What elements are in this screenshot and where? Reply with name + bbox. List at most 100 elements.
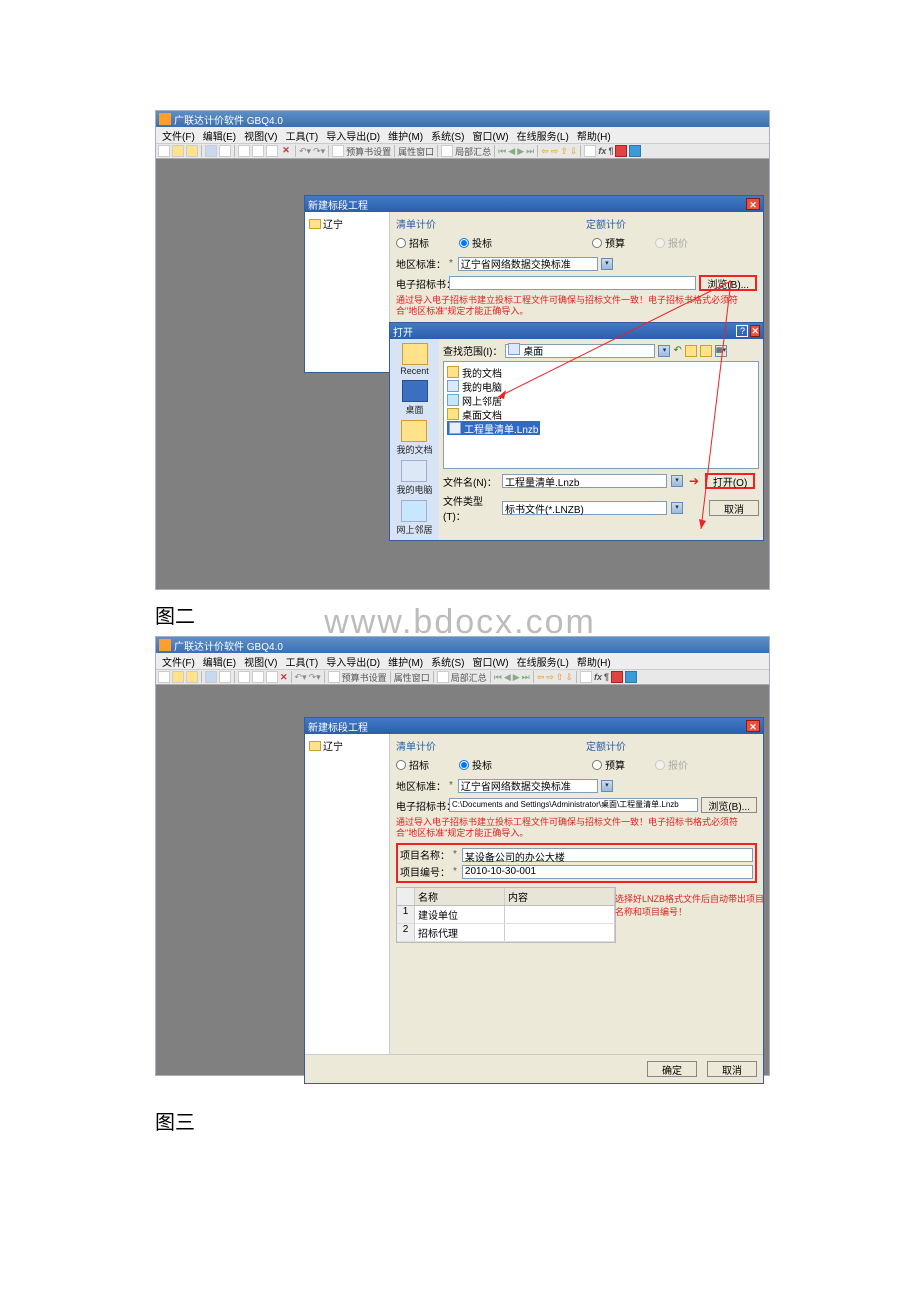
- cut-icon[interactable]: [238, 671, 250, 683]
- tool-icon[interactable]: [611, 671, 623, 683]
- radio-zhaobiao[interactable]: 招标: [396, 235, 429, 250]
- undo-icon[interactable]: ↶▾: [295, 672, 307, 683]
- redo-icon[interactable]: ↷▾: [309, 672, 321, 683]
- chevron-down-icon[interactable]: ▾: [671, 475, 683, 487]
- arrow-icon[interactable]: ⇩: [565, 672, 573, 683]
- ebook-input[interactable]: C:\Documents and Settings\Administrator\…: [449, 798, 698, 812]
- delete-icon[interactable]: ✕: [280, 672, 288, 683]
- chevron-down-icon[interactable]: ▾: [671, 502, 683, 514]
- back-icon[interactable]: ↶: [673, 345, 681, 356]
- arrow-icon[interactable]: ⇦: [537, 672, 545, 683]
- ebook-input[interactable]: [449, 276, 696, 290]
- paste-icon[interactable]: [266, 671, 278, 683]
- para-icon[interactable]: ¶: [604, 672, 609, 682]
- menu-online[interactable]: 在线服务(L): [514, 128, 572, 143]
- summary-label[interactable]: 局部汇总: [455, 145, 491, 158]
- place-mypc[interactable]: 我的电脑: [396, 460, 432, 496]
- arrow-icon[interactable]: ⇧: [560, 146, 568, 157]
- open-button[interactable]: 打开(O): [705, 473, 755, 489]
- ok-button[interactable]: 确定: [647, 1061, 697, 1077]
- paste-icon[interactable]: [266, 145, 278, 157]
- arrow-icon[interactable]: ⇨: [551, 146, 559, 157]
- browse-button[interactable]: 浏览(B)...: [699, 275, 757, 291]
- radio-yusuan[interactable]: 预算: [592, 235, 625, 250]
- summary-label[interactable]: 局部汇总: [451, 671, 487, 684]
- menu-bar[interactable]: 文件(F) 编辑(E) 视图(V) 工具(T) 导入导出(D) 维护(M) 系统…: [156, 127, 769, 143]
- summary-icon[interactable]: [441, 145, 453, 157]
- nav-first-icon[interactable]: ⏮: [498, 146, 506, 157]
- print-icon[interactable]: [219, 145, 231, 157]
- region-dropdown[interactable]: 辽宁省网络数据交换标准: [458, 779, 598, 793]
- summary-icon[interactable]: [437, 671, 449, 683]
- menu-system[interactable]: 系统(S): [428, 128, 467, 143]
- browse-button[interactable]: 浏览(B)...: [701, 797, 757, 813]
- radio-yusuan[interactable]: 预算: [592, 757, 625, 772]
- nav-next-icon[interactable]: ▶: [513, 672, 520, 683]
- copy-icon[interactable]: [252, 145, 264, 157]
- new-icon[interactable]: [158, 145, 170, 157]
- file-item[interactable]: 我的电脑: [447, 379, 755, 393]
- help-icon[interactable]: ?: [736, 325, 748, 337]
- undo-icon[interactable]: ↶▾: [299, 146, 311, 157]
- projname-input[interactable]: 某设备公司的办公大楼: [462, 848, 753, 862]
- preset-icon[interactable]: [328, 671, 340, 683]
- menu-bar[interactable]: 文件(F) 编辑(E) 视图(V) 工具(T) 导入导出(D) 维护(M) 系统…: [156, 653, 769, 669]
- nav-prev-icon[interactable]: ◀: [504, 672, 511, 683]
- lookin-dropdown[interactable]: 桌面: [505, 344, 655, 358]
- filename-input[interactable]: 工程量清单.Lnzb: [502, 474, 667, 488]
- close-icon[interactable]: ✕: [750, 325, 760, 337]
- open2-icon[interactable]: [186, 671, 198, 683]
- menu-edit[interactable]: 编辑(E): [200, 654, 239, 669]
- preset-label[interactable]: 预算书设置: [342, 671, 387, 684]
- region-dropdown[interactable]: 辽宁省网络数据交换标准: [458, 257, 598, 271]
- open-icon[interactable]: [172, 671, 184, 683]
- file-item[interactable]: 桌面文档: [447, 407, 755, 421]
- table-row[interactable]: 1 建设单位: [397, 906, 615, 924]
- filetype-dropdown[interactable]: 标书文件(*.LNZB): [502, 501, 667, 515]
- nav-prev-icon[interactable]: ◀: [508, 146, 515, 157]
- menu-help[interactable]: 帮助(H): [574, 128, 614, 143]
- fx-icon[interactable]: fx: [598, 146, 606, 156]
- preset-label[interactable]: 预算书设置: [346, 145, 391, 158]
- tool-icon[interactable]: [629, 145, 641, 157]
- arrow-icon[interactable]: ⇨: [546, 672, 554, 683]
- arrow-icon[interactable]: ⇧: [556, 672, 564, 683]
- tree-root[interactable]: 辽宁: [309, 738, 385, 753]
- file-item-selected[interactable]: 工程量清单.Lnzb: [447, 421, 540, 435]
- menu-online[interactable]: 在线服务(L): [514, 654, 572, 669]
- delete-icon[interactable]: ✕: [280, 145, 292, 157]
- place-recent[interactable]: Recent: [400, 343, 429, 376]
- nav-first-icon[interactable]: ⏮: [494, 672, 502, 683]
- radio-toubiao[interactable]: 投标: [459, 757, 492, 772]
- menu-window[interactable]: 窗口(W): [469, 128, 511, 143]
- menu-edit[interactable]: 编辑(E): [200, 128, 239, 143]
- cancel-button[interactable]: 取消: [709, 500, 759, 516]
- preset-icon[interactable]: [332, 145, 344, 157]
- propwin-label[interactable]: 属性窗口: [394, 671, 430, 684]
- open2-icon[interactable]: [186, 145, 198, 157]
- radio-zhaobiao[interactable]: 招标: [396, 757, 429, 772]
- propwin-label[interactable]: 属性窗口: [398, 145, 434, 158]
- tree-root[interactable]: 辽宁: [309, 216, 385, 231]
- cancel-button[interactable]: 取消: [707, 1061, 757, 1077]
- menu-tools[interactable]: 工具(T): [282, 654, 321, 669]
- place-mydoc[interactable]: 我的文档: [396, 420, 432, 456]
- place-desktop[interactable]: 桌面: [402, 380, 428, 416]
- table-row[interactable]: 2 招标代理: [397, 924, 615, 942]
- tool-icon[interactable]: [580, 671, 592, 683]
- redo-icon[interactable]: ↷▾: [313, 146, 325, 157]
- menu-maint[interactable]: 维护(M): [385, 654, 426, 669]
- file-item[interactable]: 我的文档: [447, 365, 755, 379]
- view-menu-icon[interactable]: ▦▾: [715, 345, 727, 357]
- chevron-down-icon[interactable]: ▾: [658, 345, 670, 357]
- para-icon[interactable]: ¶: [608, 146, 613, 156]
- tool-icon[interactable]: [625, 671, 637, 683]
- nav-last-icon[interactable]: ⏭: [526, 146, 534, 157]
- save-icon[interactable]: [205, 671, 217, 683]
- menu-maint[interactable]: 维护(M): [385, 128, 426, 143]
- nav-last-icon[interactable]: ⏭: [522, 672, 530, 683]
- arrow-icon[interactable]: ⇩: [570, 146, 578, 157]
- save-icon[interactable]: [205, 145, 217, 157]
- file-list[interactable]: 我的文档 我的电脑 网上邻居 桌面文档 工程量清单.Lnzb: [443, 361, 759, 469]
- menu-file[interactable]: 文件(F): [159, 654, 198, 669]
